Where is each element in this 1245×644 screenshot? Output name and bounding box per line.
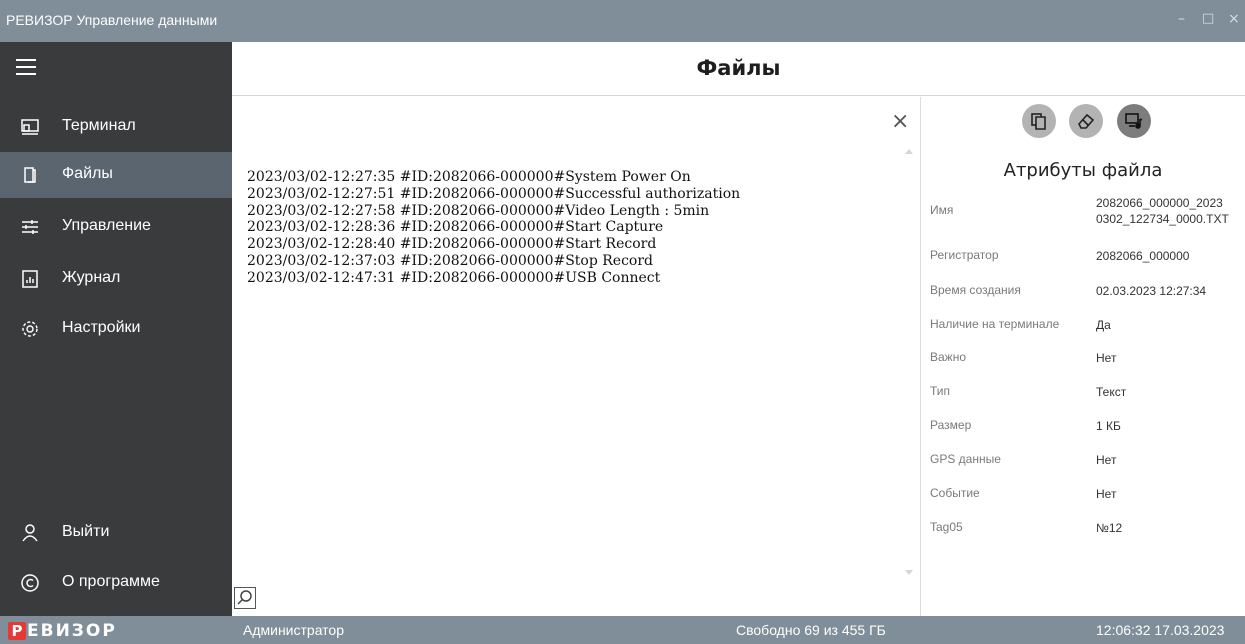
sidebar-item-settings[interactable]: Настройки	[0, 306, 232, 352]
sidebar-item-label: Файлы	[62, 165, 113, 182]
sidebar-item-logout[interactable]: Выйти	[0, 510, 232, 556]
window-title: РЕВИЗОР Управление данными	[6, 12, 218, 28]
media-player-button[interactable]	[1117, 104, 1151, 138]
search-icon	[237, 590, 252, 605]
attribute-key: Событие	[930, 486, 980, 500]
attribute-row-name: Имя 2082066_000000_2023 0302_122734_0000.…	[921, 196, 1245, 239]
sidebar-item-label: Управление	[62, 217, 151, 234]
terminal-icon	[21, 119, 39, 135]
erase-icon	[1078, 113, 1095, 129]
file-icon	[24, 167, 36, 183]
attribute-value: Нет	[1096, 351, 1117, 365]
log-content: 2023/03/02-12:27:35 #ID:2082066-000000#S…	[247, 169, 740, 287]
attribute-value[interactable]: 2082066_000000_2023 0302_122734_0000.TXT	[1096, 195, 1229, 227]
scroll-up-arrow[interactable]	[905, 149, 913, 154]
media-player-icon	[1125, 113, 1143, 129]
copyright-icon	[21, 574, 39, 592]
attribute-row-event: Событие Нет	[921, 486, 1245, 522]
attribute-key: Важно	[930, 350, 967, 364]
gear-icon	[22, 321, 38, 337]
hamburger-icon[interactable]	[16, 59, 36, 75]
log-line: 2023/03/02-12:27:35 #ID:2082066-000000#S…	[247, 169, 691, 185]
attribute-key: Тип	[930, 384, 951, 398]
close-window-button[interactable]: ×	[1228, 11, 1240, 27]
attributes-title: Атрибуты файла	[1003, 160, 1163, 181]
attribute-value: №12	[1096, 521, 1123, 535]
sidebar-item-label: О программе	[62, 573, 160, 590]
attribute-key: GPS данные	[930, 452, 1001, 466]
attribute-key: Регистратор	[930, 248, 999, 262]
attribute-key: Tag05	[930, 520, 963, 534]
logo-mark: Р	[8, 622, 26, 640]
maximize-button[interactable]: □	[1202, 11, 1214, 26]
attribute-row-created: Время создания 02.03.2023 12:27:34	[921, 283, 1245, 319]
app-logo: Р ЕВИЗОР	[8, 621, 117, 641]
attribute-row-tag05: Tag05 №12	[921, 520, 1245, 556]
page-header: Файлы	[232, 42, 1245, 96]
attribute-value: Текст	[1096, 385, 1127, 399]
attribute-row-registrar: Регистратор 2082066_000000	[921, 248, 1245, 284]
attribute-value: Да	[1096, 318, 1111, 332]
sliders-icon	[22, 220, 38, 234]
attribute-row-size: Размер 1 КБ	[921, 418, 1245, 454]
title-bar: РЕВИЗОР Управление данными – □ ×	[0, 0, 1245, 42]
attribute-key: Имя	[930, 203, 954, 217]
sidebar-item-about[interactable]: О программе	[0, 560, 232, 606]
sidebar-item-label: Журнал	[62, 269, 121, 286]
sidebar: Терминал Файлы Управление Журнал Настрой…	[0, 42, 232, 616]
page-title: Файлы	[696, 56, 781, 80]
log-line: 2023/03/02-12:37:03 #ID:2082066-000000#S…	[247, 252, 654, 269]
status-datetime: 12:06:32 17.03.2023	[1096, 622, 1225, 638]
attribute-value-line: 0302_122734_0000.TXT	[1096, 212, 1229, 226]
log-line: 2023/03/02-12:47:31 #ID:2082066-000000#U…	[247, 269, 661, 286]
sidebar-item-label: Терминал	[62, 117, 136, 134]
free-space: Свободно 69 из 455 ГБ	[736, 622, 886, 638]
log-line: 2023/03/02-12:28:40 #ID:2082066-000000#S…	[247, 236, 657, 253]
attribute-value-line: 2082066_000000_2023	[1096, 196, 1223, 210]
status-bar: Р ЕВИЗОР Администратор Свободно 69 из 455…	[0, 616, 1245, 644]
file-content-viewer[interactable]: × 2023/03/02-12:27:35 #ID:2082066-000000…	[232, 97, 921, 616]
current-user: Администратор	[243, 622, 345, 638]
attribute-value: 2082066_000000	[1096, 249, 1190, 263]
log-line: 2023/03/02-12:28:36 #ID:2082066-000000#S…	[247, 219, 664, 236]
attribute-row-gps: GPS данные Нет	[921, 452, 1245, 488]
copy-button[interactable]	[1022, 104, 1056, 138]
sidebar-item-management[interactable]: Управление	[0, 204, 232, 250]
sidebar-item-label: Выйти	[62, 523, 110, 540]
attribute-key: Время создания	[930, 283, 1021, 297]
attribute-value: 02.03.2023 12:27:34	[1096, 284, 1207, 298]
user-icon	[22, 524, 38, 542]
attribute-value: Нет	[1096, 453, 1117, 467]
copy-icon	[1031, 113, 1046, 130]
attribute-key: Наличие на терминале	[930, 317, 1060, 331]
scroll-down-arrow[interactable]	[905, 570, 913, 575]
attribute-value: 1 КБ	[1096, 419, 1121, 433]
close-file-button[interactable]: ×	[891, 109, 909, 134]
attribute-row-on-terminal: Наличие на терминале Да	[921, 317, 1245, 353]
attribute-row-important: Важно Нет	[921, 350, 1245, 386]
sidebar-item-journal[interactable]: Журнал	[0, 256, 232, 302]
sidebar-item-terminal[interactable]: Терминал	[0, 104, 232, 150]
sidebar-item-label: Настройки	[62, 319, 141, 336]
file-attributes-panel: Атрибуты файла Имя 2082066_000000_2023 03…	[921, 97, 1245, 616]
chart-doc-icon	[22, 270, 38, 288]
search-button[interactable]	[234, 587, 256, 609]
minimize-button[interactable]: –	[1178, 11, 1185, 27]
attribute-value: Нет	[1096, 487, 1117, 501]
log-line: 2023/03/02-12:27:51 #ID:2082066-000000#S…	[247, 185, 741, 202]
log-line: 2023/03/02-12:27:58 #ID:2082066-000000#V…	[247, 202, 710, 219]
attribute-key: Размер	[930, 418, 972, 432]
sidebar-item-files[interactable]: Файлы	[0, 152, 232, 198]
erase-button[interactable]	[1069, 104, 1103, 138]
attribute-row-type: Тип Текст	[921, 384, 1245, 420]
logo-text: ЕВИЗОР	[27, 621, 117, 641]
